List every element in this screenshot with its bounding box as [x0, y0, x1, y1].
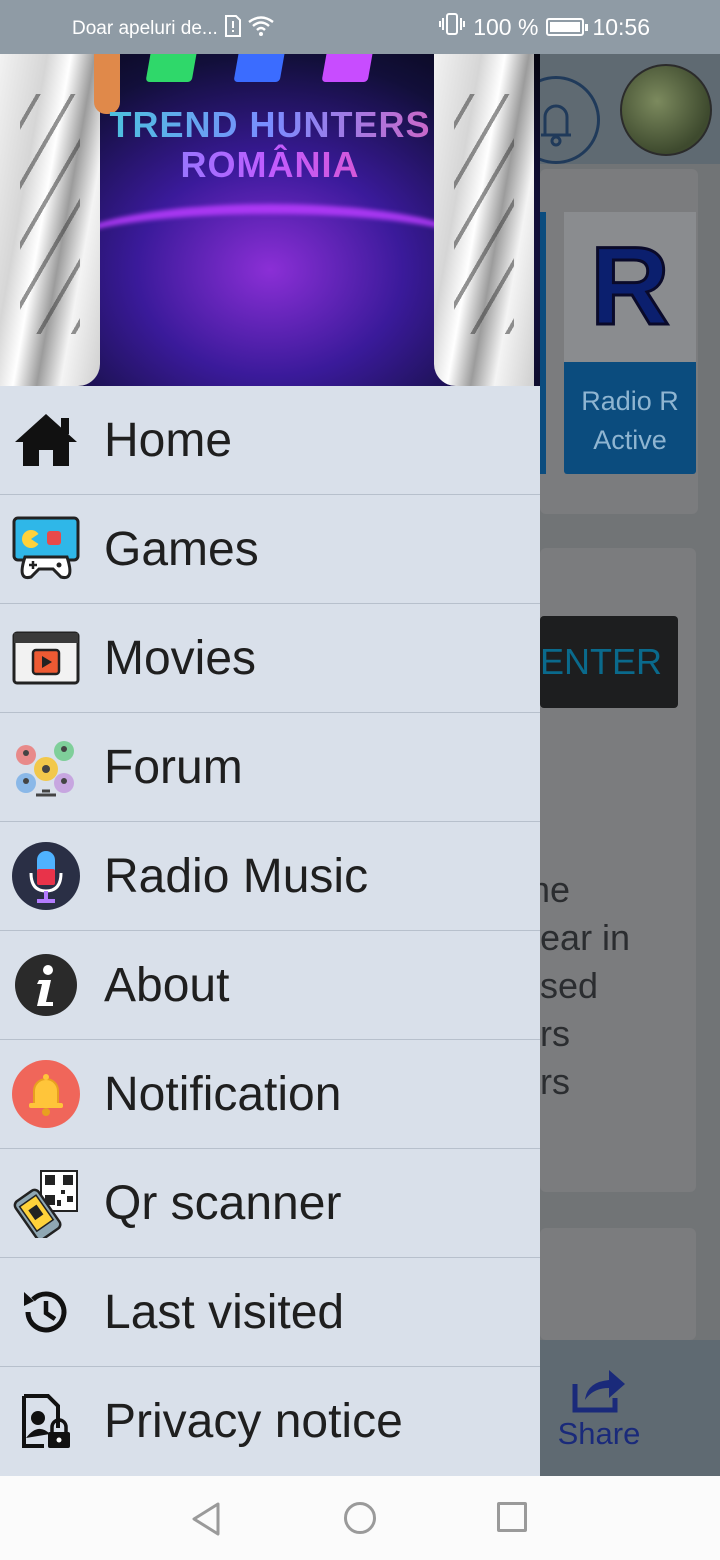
tile-edge	[540, 212, 546, 474]
share-button[interactable]: Share	[555, 1364, 643, 1452]
privacy-icon	[10, 1386, 82, 1458]
menu-label: Privacy notice	[104, 1395, 403, 1448]
radio-r-active-tile[interactable]: R Radio R Active	[564, 212, 696, 474]
wifi-icon	[248, 16, 274, 42]
menu-item-forum[interactable]: Forum	[0, 713, 540, 822]
info-icon	[10, 949, 82, 1021]
menu-label: Qr scanner	[104, 1176, 342, 1230]
movies-icon	[10, 622, 82, 694]
sim-alert-icon	[224, 15, 242, 43]
menu-label: Games	[104, 522, 259, 576]
back-icon[interactable]	[190, 1501, 222, 1542]
color-bar	[145, 54, 197, 82]
menu-item-games[interactable]: Games	[0, 495, 540, 604]
menu-item-about[interactable]: About	[0, 931, 540, 1040]
status-right: 100 % 10:56	[439, 13, 650, 41]
color-bar	[321, 54, 373, 82]
drawer-menu: Home Games Movies Forum Radio Music Abou…	[0, 386, 540, 1476]
menu-label: Radio Music	[104, 849, 369, 903]
carrier-text: Doar apeluri de...	[72, 18, 218, 39]
header-title-line1: TREND HUNTERS	[0, 104, 540, 146]
header-glow	[60, 204, 480, 294]
radio-tile-label: Radio R Active	[581, 386, 679, 455]
menu-item-notification[interactable]: Notification	[0, 1040, 540, 1149]
menu-item-movies[interactable]: Movies	[0, 604, 540, 713]
battery-icon	[546, 18, 589, 36]
home-nav-icon[interactable]	[344, 1502, 376, 1534]
color-bar	[233, 54, 285, 82]
menu-label: Last visited	[104, 1285, 345, 1339]
menu-label: Forum	[104, 740, 243, 794]
menu-item-last-visited[interactable]: Last visited	[0, 1258, 540, 1367]
battery-percent: 100 %	[473, 13, 539, 40]
bell-icon	[10, 1058, 82, 1130]
clock: 10:56	[592, 13, 650, 40]
menu-label: Home	[104, 413, 233, 467]
microphone-icon	[10, 840, 82, 912]
header-title-line2: ROMÂNIA	[0, 144, 540, 186]
menu-label: About	[104, 958, 230, 1012]
drawer-header-banner: TREND HUNTERS ROMÂNIA	[0, 54, 540, 386]
profile-avatar[interactable]	[620, 64, 712, 156]
share-icon	[572, 1370, 625, 1413]
home-icon	[10, 404, 82, 476]
vibrate-icon	[439, 13, 466, 41]
share-label: Share	[557, 1416, 641, 1451]
menu-label: Notification	[104, 1067, 342, 1121]
qr-scanner-icon	[10, 1167, 82, 1239]
enter-button[interactable]: ENTER	[540, 616, 678, 708]
menu-label: Movies	[104, 631, 257, 685]
recents-icon[interactable]	[497, 1502, 527, 1532]
menu-item-privacy-notice[interactable]: Privacy notice	[0, 1367, 540, 1476]
card	[540, 1228, 696, 1340]
forum-icon	[10, 731, 82, 803]
radio-r-logo: R	[564, 212, 696, 362]
status-left: Doar apeluri de...	[72, 15, 274, 43]
menu-item-home[interactable]: Home	[0, 386, 540, 495]
header-color-bars	[145, 54, 373, 82]
navigation-drawer: TREND HUNTERS ROMÂNIA Home Games Movies	[0, 54, 540, 1476]
system-nav-bar	[0, 1476, 720, 1560]
menu-item-qr-scanner[interactable]: Qr scanner	[0, 1149, 540, 1258]
games-icon	[10, 513, 82, 585]
history-icon	[10, 1276, 82, 1348]
menu-item-radio-music[interactable]: Radio Music	[0, 822, 540, 931]
status-bar: Doar apeluri de... 100 % 10:56	[0, 0, 720, 54]
